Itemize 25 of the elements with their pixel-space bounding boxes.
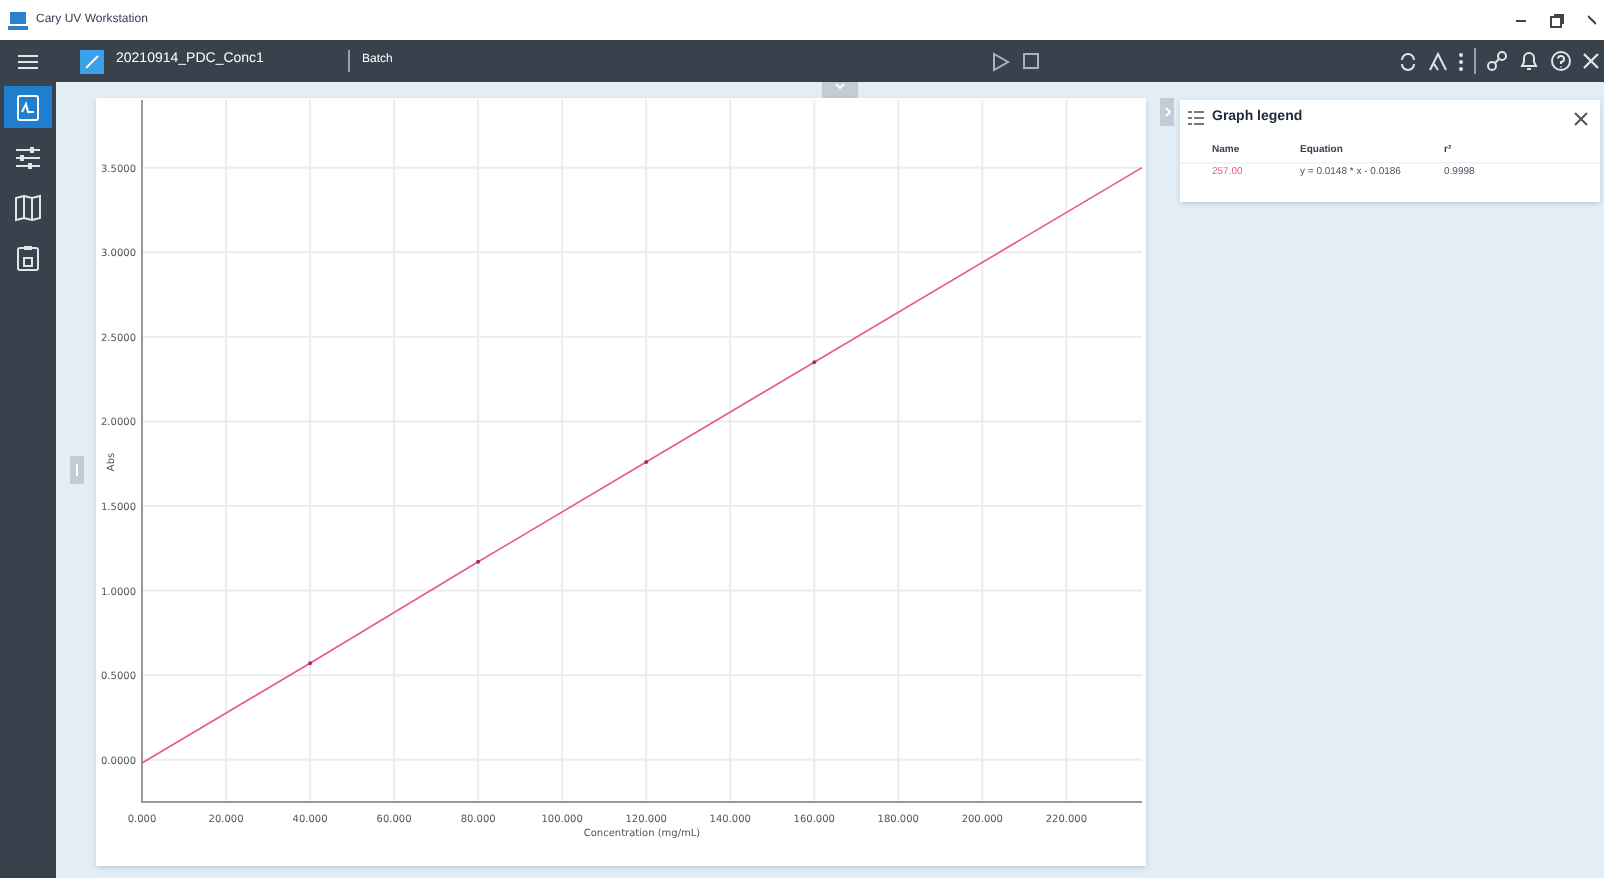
menu-icon[interactable] bbox=[18, 53, 38, 69]
peak-icon[interactable] bbox=[1428, 51, 1448, 71]
play-icon[interactable] bbox=[991, 51, 1010, 71]
more-icon[interactable] bbox=[1458, 51, 1464, 71]
sidebar-item[interactable] bbox=[4, 86, 52, 128]
app-icon bbox=[8, 11, 28, 29]
collapse-handle[interactable] bbox=[70, 456, 84, 484]
panel-handle[interactable] bbox=[1160, 98, 1174, 126]
refresh-icon[interactable] bbox=[1398, 51, 1418, 71]
clipboard-icon bbox=[14, 243, 42, 271]
data-point bbox=[308, 661, 313, 666]
legend-icon bbox=[1188, 110, 1204, 127]
sliders-icon bbox=[14, 143, 42, 171]
restore-button[interactable] bbox=[1550, 13, 1564, 27]
data-point bbox=[476, 559, 481, 564]
document-icon bbox=[80, 49, 104, 73]
graph-icon bbox=[14, 93, 42, 121]
stop-icon[interactable] bbox=[1021, 51, 1040, 69]
link-icon[interactable] bbox=[1486, 50, 1508, 72]
help-icon[interactable] bbox=[1550, 50, 1572, 72]
data-point bbox=[812, 360, 817, 365]
minimize-button[interactable] bbox=[1516, 17, 1526, 23]
map-icon bbox=[14, 193, 42, 221]
expand-handle[interactable] bbox=[822, 82, 858, 98]
bell-icon[interactable] bbox=[1518, 50, 1540, 72]
